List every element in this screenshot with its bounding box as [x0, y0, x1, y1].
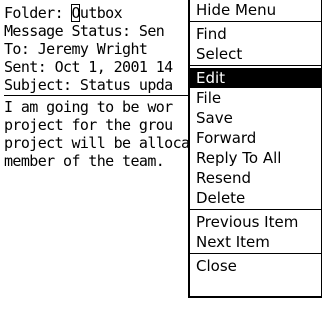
menu-item-save[interactable]: Save — [190, 108, 321, 128]
message-view: Folder: Outbox Message Status: Sen To: J… — [4, 4, 190, 170]
menu-item-next-item[interactable]: Next Item — [190, 232, 321, 252]
message-status-line: Message Status: Sen — [4, 22, 165, 40]
body-line: member of the team. — [4, 152, 165, 170]
body-line: I am going to be wor — [4, 98, 173, 116]
menu-item-find[interactable]: Find — [190, 24, 321, 44]
menu-item-resend[interactable]: Resend — [190, 168, 321, 188]
menu-separator — [190, 65, 321, 66]
menu-item-close[interactable]: Close — [190, 256, 321, 276]
menu-item-edit[interactable]: Edit — [190, 68, 321, 88]
menu-item-select[interactable]: Select — [190, 44, 321, 64]
body-line: project for the grou — [4, 116, 173, 134]
menu-item-forward[interactable]: Forward — [190, 128, 321, 148]
menu-separator — [190, 21, 321, 22]
menu-item-hide-menu[interactable]: Hide Menu — [190, 0, 321, 20]
header-divider — [4, 95, 190, 96]
folder-label: Folder: — [4, 4, 64, 22]
menu-item-previous-item[interactable]: Previous Item — [190, 212, 321, 232]
menu-separator — [190, 253, 321, 254]
subject-line: Subject: Status upda — [4, 76, 173, 94]
context-menu: Hide Menu Find Select Edit File Save Forward Re… — [188, 0, 322, 298]
menu-item-delete[interactable]: Delete — [190, 188, 321, 208]
menu-item-reply-to-all[interactable]: Reply To All — [190, 148, 321, 168]
menu-separator — [190, 209, 321, 210]
sent-line: Sent: Oct 1, 2001 14 — [4, 58, 173, 76]
folder-value: utbox — [79, 4, 123, 22]
to-line: To: Jeremy Wright — [4, 40, 148, 58]
folder-line: Folder: Outbox — [4, 4, 190, 22]
body-line: project will be alloca — [4, 134, 190, 152]
menu-item-file[interactable]: File — [190, 88, 321, 108]
text-cursor: O — [71, 4, 81, 22]
device-screen: Folder: Outbox Message Status: Sen To: J… — [0, 0, 322, 324]
